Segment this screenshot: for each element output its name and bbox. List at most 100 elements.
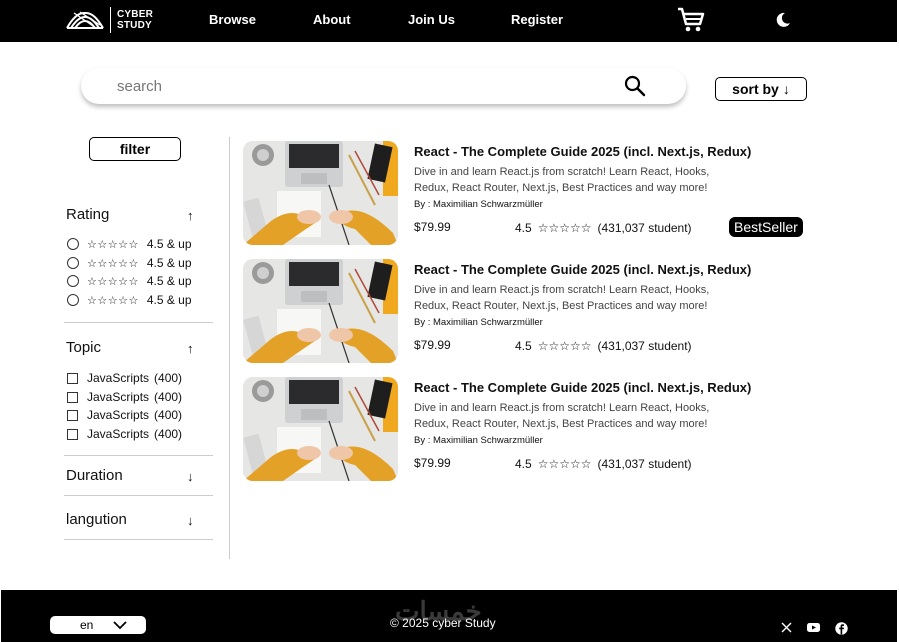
chevron-down-icon (113, 620, 127, 629)
student-count: (431,037 student) (597, 339, 692, 353)
logo[interactable]: CYBER STUDY (66, 6, 153, 34)
search-input[interactable] (117, 76, 597, 96)
checkbox[interactable] (67, 391, 78, 403)
course-thumbnail[interactable] (243, 377, 398, 481)
rating-value: 4.5 (515, 457, 532, 471)
theme-toggle[interactable] (775, 12, 791, 33)
nav-join-us[interactable]: Join Us (408, 12, 455, 27)
divider (64, 455, 213, 456)
rating-option-label: 4.5 & up (146, 237, 192, 251)
x-icon[interactable] (781, 622, 792, 633)
rating-section-title[interactable]: Rating (66, 206, 109, 223)
rating-value: 4.5 (515, 339, 532, 353)
student-count: (431,037 student) (597, 221, 692, 235)
topic-option[interactable]: JavaScripts (400) (67, 426, 182, 442)
laptop-desk-image (243, 259, 398, 363)
course-rating: 4.5 ☆☆☆☆☆ (431,037 student) (515, 221, 692, 235)
course-price: $79.99 (414, 220, 451, 234)
topic-count: (400) (154, 427, 183, 441)
rating-option-label: 4.5 & up (146, 256, 192, 270)
course-card[interactable]: React - The Complete Guide 2025 (incl. N… (243, 259, 823, 363)
nav-about[interactable]: About (313, 12, 351, 27)
laptop-desk-image (243, 377, 398, 481)
course-rating: 4.5 ☆☆☆☆☆ (431,037 student) (515, 339, 692, 353)
star-icons: ☆☆☆☆☆ (87, 238, 139, 251)
site-footer: en خمسات © 2025 cyber Study (1, 590, 897, 642)
logo-separator (110, 7, 111, 33)
duration-section-title[interactable]: Duration (66, 467, 123, 484)
radio-button[interactable] (67, 275, 79, 287)
course-thumbnail[interactable] (243, 259, 398, 363)
star-icons: ☆☆☆☆☆ (537, 457, 592, 471)
arrow-down-icon[interactable]: ↓ (187, 469, 194, 484)
rating-option-label: 4.5 & up (146, 293, 192, 307)
star-icons: ☆☆☆☆☆ (537, 221, 592, 235)
facebook-icon[interactable] (835, 622, 848, 635)
topic-label: JavaScripts (87, 371, 150, 385)
logo-line2: STUDY (117, 20, 152, 31)
star-icons: ☆☆☆☆☆ (87, 294, 139, 307)
course-description-line: Redux, React Router, Next.js, Best Pract… (414, 418, 708, 430)
star-icons: ☆☆☆☆☆ (537, 339, 592, 353)
youtube-icon[interactable] (807, 622, 820, 633)
rating-option[interactable]: ☆☆☆☆☆ 4.5 & up (67, 255, 192, 271)
topic-label: JavaScripts (87, 408, 150, 422)
site-header: CYBER STUDY Browse About Join Us Registe… (0, 0, 897, 42)
rating-value: 4.5 (515, 221, 532, 235)
topic-option[interactable]: JavaScripts (400) (67, 407, 182, 423)
radio-button[interactable] (67, 257, 79, 269)
course-description-line: Redux, React Router, Next.js, Best Pract… (414, 182, 708, 194)
language-value: en (80, 618, 94, 632)
course-card[interactable]: React - The Complete Guide 2025 (incl. N… (243, 141, 823, 245)
rating-option[interactable]: ☆☆☆☆☆ 4.5 & up (67, 273, 192, 289)
star-icons: ☆☆☆☆☆ (87, 257, 139, 270)
course-description: Dive in and learn React.js from scratch!… (414, 164, 754, 196)
cart-button[interactable] (677, 6, 705, 39)
course-author: By : Maximilian Schwarzmüller (414, 317, 543, 328)
vertical-divider (229, 137, 230, 559)
course-card[interactable]: React - The Complete Guide 2025 (incl. N… (243, 377, 823, 481)
rating-option[interactable]: ☆☆☆☆☆ 4.5 & up (67, 292, 192, 308)
course-title[interactable]: React - The Complete Guide 2025 (incl. N… (414, 262, 751, 277)
topic-count: (400) (154, 408, 183, 422)
language-section-title[interactable]: langution (66, 511, 127, 528)
course-description-line: Dive in and learn React.js from scratch!… (414, 166, 710, 178)
checkbox[interactable] (67, 409, 78, 421)
sort-button[interactable]: sort by ↓ (715, 77, 807, 101)
topic-section-title[interactable]: Topic (66, 339, 101, 356)
arrow-down-icon[interactable]: ↓ (187, 513, 194, 528)
course-author: By : Maximilian Schwarzmüller (414, 199, 543, 210)
course-price: $79.99 (414, 456, 451, 470)
course-title[interactable]: React - The Complete Guide 2025 (incl. N… (414, 144, 751, 159)
radio-button[interactable] (67, 238, 79, 250)
nav-browse[interactable]: Browse (209, 12, 256, 27)
arrow-up-icon[interactable]: ↑ (187, 341, 194, 356)
rating-option[interactable]: ☆☆☆☆☆ 4.5 & up (67, 236, 192, 252)
course-price: $79.99 (414, 338, 451, 352)
topic-option[interactable]: JavaScripts (400) (67, 389, 182, 405)
filter-button[interactable]: filter (89, 137, 181, 161)
radio-button[interactable] (67, 294, 79, 306)
course-thumbnail[interactable] (243, 141, 398, 245)
copyright-text: © 2025 cyber Study (390, 616, 496, 630)
cart-icon (678, 7, 705, 32)
course-title[interactable]: React - The Complete Guide 2025 (incl. N… (414, 380, 751, 395)
course-description-line: Dive in and learn React.js from scratch!… (414, 284, 710, 296)
checkbox[interactable] (67, 372, 78, 384)
topic-count: (400) (154, 371, 183, 385)
divider (64, 495, 213, 496)
nav-register[interactable]: Register (511, 12, 563, 27)
rating-option-label: 4.5 & up (146, 274, 192, 288)
arrow-up-icon[interactable]: ↑ (187, 208, 194, 223)
topic-label: JavaScripts (87, 427, 150, 441)
course-description: Dive in and learn React.js from scratch!… (414, 282, 754, 314)
course-description-line: Dive in and learn React.js from scratch!… (414, 402, 710, 414)
language-select[interactable]: en (50, 616, 146, 634)
topic-option[interactable]: JavaScripts (400) (67, 370, 182, 386)
topic-label: JavaScripts (87, 390, 150, 404)
arrow-down-icon: ↓ (782, 81, 790, 97)
checkbox[interactable] (67, 428, 78, 440)
bestseller-badge: BestSeller (729, 217, 803, 237)
search-icon[interactable] (624, 75, 646, 97)
laptop-desk-image (243, 141, 398, 245)
